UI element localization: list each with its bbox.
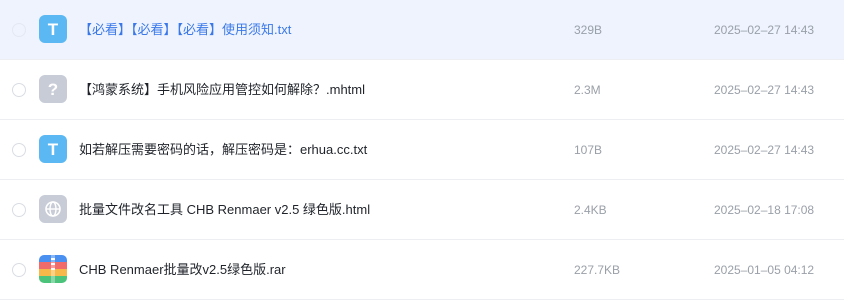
file-row[interactable]: 批量文件改名工具 CHB Renmaer v2.5 绿色版.html 2.4KB…	[0, 180, 844, 240]
file-size: 329B	[574, 23, 603, 37]
file-row[interactable]: T 【必看】【必看】【必看】使用须知.txt 329B 2025–02–27 1…	[0, 0, 844, 60]
svg-text:?: ?	[48, 80, 58, 99]
file-row[interactable]: T 如若解压需要密码的话，解压密码是：erhua.cc.txt 107B 202…	[0, 120, 844, 180]
file-row[interactable]: ? 【鸿蒙系统】手机风险应用管控如何解除？.mhtml 2.3M 2025–02…	[0, 60, 844, 120]
archive-file-icon	[39, 255, 67, 283]
unknown-file-icon: ?	[39, 75, 67, 103]
row-checkbox[interactable]	[12, 143, 26, 157]
file-name[interactable]: CHB Renmaer批量改v2.5绿色版.rar	[79, 240, 286, 300]
row-checkbox[interactable]	[12, 23, 26, 37]
file-date: 2025–02–27 14:43	[714, 143, 815, 157]
file-size: 227.7KB	[574, 263, 621, 277]
text-file-icon: T	[39, 135, 67, 163]
file-size: 2.3M	[574, 83, 601, 97]
row-checkbox[interactable]	[12, 203, 26, 217]
web-file-icon	[39, 195, 67, 223]
file-row[interactable]: CHB Renmaer批量改v2.5绿色版.rar 227.7KB 2025–0…	[0, 240, 844, 300]
file-date: 2025–01–05 04:12	[714, 263, 815, 277]
file-list: T 【必看】【必看】【必看】使用须知.txt 329B 2025–02–27 1…	[0, 0, 844, 300]
file-date: 2025–02–18 17:08	[714, 203, 815, 217]
row-checkbox[interactable]	[12, 263, 26, 277]
file-name[interactable]: 批量文件改名工具 CHB Renmaer v2.5 绿色版.html	[79, 180, 370, 240]
svg-text:T: T	[48, 20, 59, 39]
svg-text:T: T	[48, 140, 59, 159]
row-checkbox[interactable]	[12, 83, 26, 97]
file-size: 2.4KB	[574, 203, 607, 217]
file-name[interactable]: 【必看】【必看】【必看】使用须知.txt	[79, 0, 291, 60]
text-file-icon: T	[39, 15, 67, 43]
file-size: 107B	[574, 143, 603, 157]
file-name[interactable]: 【鸿蒙系统】手机风险应用管控如何解除？.mhtml	[79, 60, 365, 120]
file-name[interactable]: 如若解压需要密码的话，解压密码是：erhua.cc.txt	[79, 120, 367, 180]
file-date: 2025–02–27 14:43	[714, 23, 815, 37]
file-date: 2025–02–27 14:43	[714, 83, 815, 97]
